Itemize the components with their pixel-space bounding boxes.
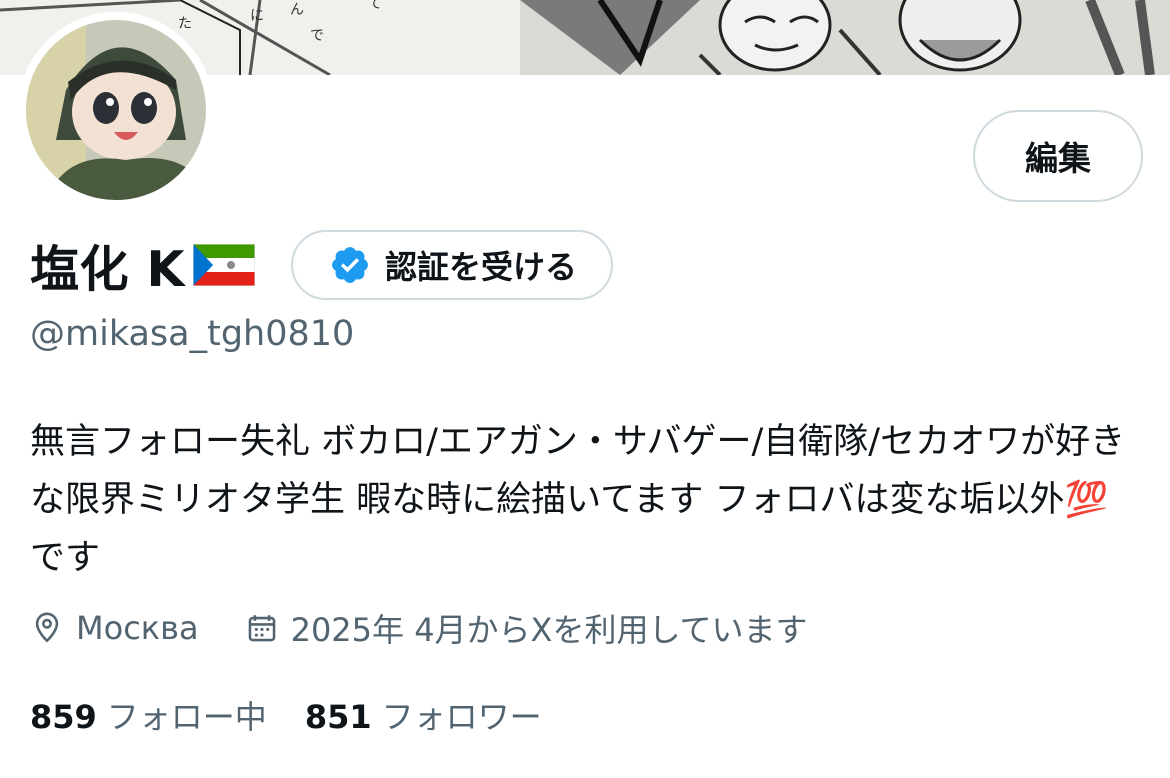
display-name: 塩化 K	[30, 240, 186, 298]
svg-text:に: に	[250, 8, 264, 24]
svg-text:て: て	[368, 0, 382, 12]
calendar-icon	[248, 615, 275, 642]
profile-meta: Москва 2025年 4月からXを利用しています	[30, 604, 808, 652]
bio-text: 無言フォロー失礼 ボカロ/エアガン・サバゲー/自衛隊/セカオワが好きな限界ミリオ…	[30, 422, 1126, 520]
join-date-text: 2025年 4月からXを利用しています	[290, 611, 808, 649]
svg-text:た: た	[178, 16, 192, 32]
edit-profile-button[interactable]: 編集	[973, 110, 1143, 202]
get-verified-label: 認証を受ける	[385, 248, 578, 286]
followers-count: 851	[304, 698, 372, 736]
anime-character-avatar-icon	[26, 20, 206, 200]
join-date: 2025年 4月からXを利用しています	[245, 605, 808, 651]
svg-text:で: で	[310, 28, 324, 44]
equatorial-guinea-flag-icon	[193, 244, 256, 286]
following-count: 859	[30, 698, 97, 736]
bio-suffix: です	[30, 538, 101, 578]
avatar[interactable]	[18, 12, 214, 208]
following-label: フォロー中	[106, 698, 267, 736]
name-row: 塩化 K 認証を受ける	[30, 228, 614, 302]
hundred-points-emoji-icon: 💯	[1064, 480, 1109, 520]
profile-bio: 無言フォロー失礼 ボカロ/エアガン・サバゲー/自衛隊/セカオワが好きな限界ミリオ…	[30, 413, 1140, 587]
followers-link[interactable]: 851 フォロワー	[305, 692, 542, 738]
location-pin-icon	[35, 612, 59, 643]
follow-stats: 859 フォロー中 851 フォロワー	[30, 690, 542, 740]
followers-label: フォロワー	[381, 698, 542, 736]
following-link[interactable]: 859 フォロー中	[30, 692, 267, 738]
user-handle: @mikasa_tgh0810	[30, 314, 355, 354]
svg-text:ん: ん	[290, 2, 304, 18]
get-verified-button[interactable]: 認証を受ける	[291, 230, 614, 300]
location: Москва	[30, 609, 199, 647]
verified-badge-icon	[332, 247, 368, 283]
location-text: Москва	[76, 609, 199, 647]
